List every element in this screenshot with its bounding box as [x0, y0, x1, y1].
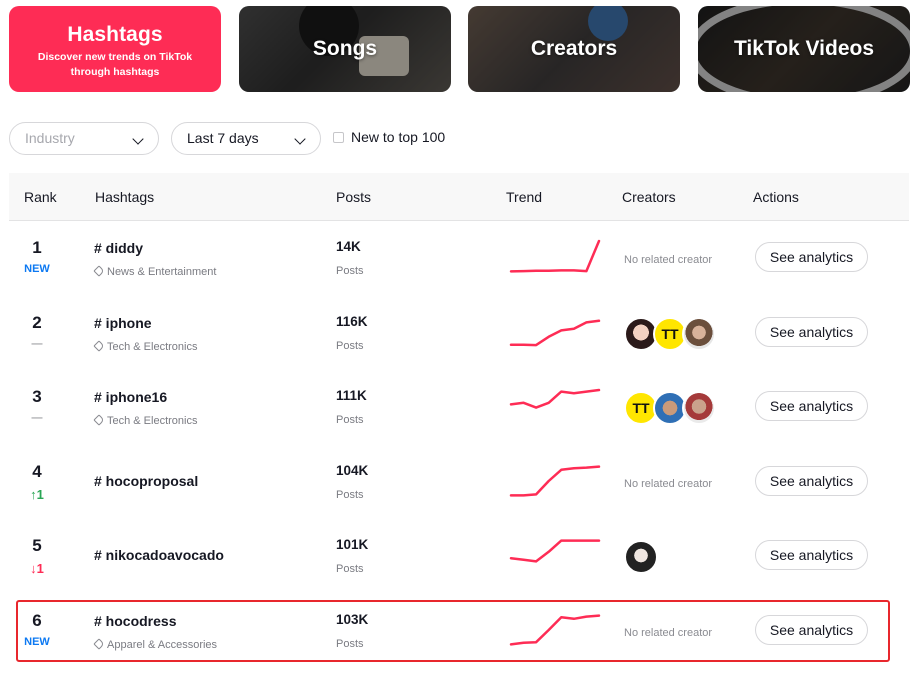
- period-select-value: Last 7 days: [187, 130, 259, 146]
- creator-avatar-6[interactable]: [624, 540, 658, 574]
- table-row: 3— # iphone16 Tech & Electronics 111K Posts T…: [9, 370, 909, 445]
- hashtag-table: Rank Hashtags Posts Trend Creators Actio…: [9, 173, 909, 668]
- posts-label: Posts: [336, 414, 364, 426]
- songs-card-title: Songs: [312, 37, 378, 60]
- posts-count: 111K: [336, 388, 367, 403]
- no-creator-text: No related creator: [624, 254, 713, 266]
- period-select[interactable]: Last 7 days: [171, 122, 321, 155]
- creator-avatar-5[interactable]: [682, 391, 716, 425]
- hashtag-name[interactable]: # iphone16: [94, 389, 167, 405]
- header-actions: Actions: [753, 189, 799, 205]
- chevron-down-icon: [132, 133, 144, 145]
- creator-avatar-3[interactable]: [682, 316, 716, 351]
- trend-line: [509, 239, 601, 273]
- posts-label: Posts: [336, 563, 364, 575]
- table-header: Rank Hashtags Posts Trend Creators Actio…: [9, 173, 909, 221]
- posts-count: 103K: [336, 611, 369, 627]
- header-trend: Trend: [506, 189, 543, 205]
- tiktok-videos-card-title: TikTok Videos: [733, 37, 875, 60]
- see-analytics-button[interactable]: See analytics: [755, 614, 868, 645]
- hashtags-card-title: Hashtags: [67, 23, 163, 46]
- table-body: 1 NEW # diddy News & Entertainment 14K Posts N…: [9, 221, 909, 668]
- hashtags-card[interactable]: Hashtags Discover new trends on TikTok t…: [9, 6, 221, 92]
- posts-label: Posts: [336, 637, 364, 650]
- hashtag-name[interactable]: # hocodress: [94, 613, 176, 629]
- tag-icon: [93, 637, 105, 650]
- header-rank: Rank: [24, 189, 57, 205]
- header-creators: Creators: [622, 189, 676, 205]
- trend-chart: [509, 464, 601, 497]
- trend-line: [509, 388, 601, 409]
- chevron-down-icon: [294, 133, 306, 145]
- no-creator-text: No related creator: [624, 626, 713, 639]
- creators-card[interactable]: Creators: [468, 6, 680, 92]
- hashtag-name[interactable]: # iphone: [94, 315, 152, 331]
- new-to-top-label: New to top 100: [351, 129, 446, 145]
- category-cards: Hashtags Discover new trends on TikTok t…: [9, 6, 910, 92]
- table-row: 2— # iphone Tech & Electronics 116K Posts TT S…: [9, 296, 909, 371]
- tag-icon: [93, 265, 105, 277]
- posts-label: Posts: [336, 488, 364, 501]
- hashtag-name[interactable]: # hocoproposal: [94, 473, 198, 489]
- header-posts: Posts: [336, 189, 372, 205]
- creators-card-title: Creators: [530, 37, 618, 60]
- see-analytics-button[interactable]: See analytics: [755, 540, 868, 570]
- see-analytics-button[interactable]: See analytics: [755, 391, 868, 421]
- posts-count: 14K: [336, 239, 361, 254]
- hashtag-category: Tech & Electronics: [93, 414, 197, 427]
- trend-chart: [509, 319, 601, 346]
- industry-select[interactable]: Industry: [9, 122, 159, 155]
- trend-line: [509, 464, 601, 497]
- posts-count: 101K: [336, 537, 369, 552]
- header-hashtags: Hashtags: [95, 189, 155, 205]
- table-row: 4 ↑1 # hocoproposal 104K Posts No related cre…: [9, 445, 909, 520]
- filter-bar: Industry Last 7 days New to top 100: [9, 122, 609, 155]
- new-to-top-checkbox[interactable]: New to top 100: [333, 122, 445, 155]
- posts-label: Posts: [336, 265, 364, 277]
- table-row: 1 NEW # diddy News & Entertainment 14K Posts N…: [9, 221, 909, 296]
- hashtags-card-subtitle: Discover new trends on TikTok through ha…: [37, 51, 193, 78]
- checkbox-icon[interactable]: [333, 131, 344, 143]
- industry-select-placeholder: Industry: [25, 130, 75, 146]
- hashtag-category: News & Entertainment: [93, 265, 216, 278]
- hashtag-category: Tech & Electronics: [93, 339, 197, 353]
- trend-chart: [509, 539, 601, 563]
- table-row: 5 ↓1 # nikocadoavocado 101K Posts See analyti…: [9, 519, 909, 594]
- see-analytics-button[interactable]: See analytics: [755, 465, 868, 496]
- trend-chart: [509, 239, 601, 273]
- trend-line: [509, 613, 601, 646]
- tag-icon: [93, 414, 105, 426]
- trend-chart: [509, 613, 601, 646]
- tiktok-videos-card[interactable]: TikTok Videos: [698, 6, 910, 92]
- trend-chart: [509, 388, 601, 409]
- no-creator-text: No related creator: [624, 477, 713, 490]
- trend-line: [509, 539, 601, 563]
- hashtag-name[interactable]: # nikocadoavocado: [94, 547, 224, 563]
- see-analytics-button[interactable]: See analytics: [755, 316, 868, 347]
- posts-count: 104K: [336, 462, 369, 478]
- hashtag-category: Apparel & Accessories: [93, 637, 217, 651]
- songs-card[interactable]: Songs: [239, 6, 451, 92]
- posts-label: Posts: [336, 339, 364, 352]
- trend-line: [509, 319, 601, 346]
- posts-count: 116K: [336, 313, 368, 329]
- see-analytics-button[interactable]: See analytics: [755, 242, 868, 272]
- table-row: 6 NEW # hocodress Apparel & Accessories 103K…: [9, 594, 909, 669]
- tag-icon: [93, 339, 105, 352]
- hashtag-name[interactable]: # diddy: [94, 240, 143, 256]
